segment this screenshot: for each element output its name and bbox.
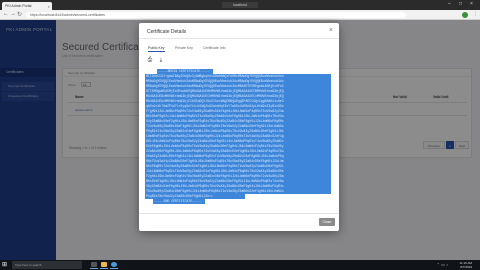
browser-tabstrip: PKI Admin Portal × localhost – □ × xyxy=(0,0,480,10)
modal-title: Certificate Details xyxy=(147,29,187,35)
print-icon[interactable]: ⎙ xyxy=(147,57,153,63)
modal-footer-divider xyxy=(139,213,339,214)
taskbar: ⊞ Type here to search ⌃ ▭ ♪ 11:16 AM 8/7… xyxy=(0,260,480,270)
address-bar: ← → ↻ https://localhost:8443/admin/secur… xyxy=(0,10,480,20)
browser-menu-icon[interactable]: ⋮ xyxy=(473,11,478,17)
reload-icon[interactable]: ↻ xyxy=(17,11,22,18)
browser-tab-title: PKI Admin Portal xyxy=(5,4,32,8)
window-close-icon[interactable]: × xyxy=(470,1,473,7)
chrome-icon[interactable] xyxy=(110,261,118,269)
tab-certificate-info[interactable]: Certificate Info xyxy=(203,45,226,52)
taskbar-clock[interactable]: 11:16 AM 8/7/2019 xyxy=(460,261,472,269)
window-title: localhost xyxy=(222,2,258,8)
forward-icon[interactable]: → xyxy=(10,11,16,17)
tab-private-key[interactable]: Private Key xyxy=(175,45,193,52)
browser-tab[interactable]: PKI Admin Portal × xyxy=(2,2,52,10)
tab-public-key[interactable]: Public Key xyxy=(148,45,165,52)
close-button[interactable]: Close xyxy=(319,218,335,226)
download-icon[interactable]: ⤓ xyxy=(158,57,164,63)
clock-date: 8/7/2019 xyxy=(460,265,472,269)
certificate-text-area[interactable]: -----BEGIN CERTIFICATE----- MIIDdzCCAl+gA… xyxy=(145,69,331,207)
certificate-details-modal: Certificate Details × Public Key Private… xyxy=(139,23,339,231)
task-view-icon[interactable] xyxy=(90,261,98,269)
minimize-icon[interactable]: – xyxy=(448,1,451,7)
taskbar-search-input[interactable]: Type here to search xyxy=(12,261,82,269)
system-tray-icons[interactable]: ⌃ ▭ ♪ xyxy=(437,262,448,267)
url-input[interactable]: https://localhost:8443/admin/secured-cer… xyxy=(26,12,406,18)
screen: PKI Admin Portal × localhost – □ × ← → ↻… xyxy=(0,0,480,270)
maximize-icon[interactable]: □ xyxy=(459,1,462,7)
tab-close-icon[interactable]: × xyxy=(48,4,50,9)
modal-close-icon[interactable]: × xyxy=(329,27,333,34)
certificate-text-line: -----END CERTIFICATE----- xyxy=(153,199,205,204)
modal-header-divider xyxy=(139,38,339,39)
back-icon[interactable]: ← xyxy=(3,11,9,17)
file-explorer-icon[interactable] xyxy=(100,261,108,269)
profile-avatar[interactable] xyxy=(462,12,468,18)
windows-start-icon[interactable]: ⊞ xyxy=(2,262,8,268)
